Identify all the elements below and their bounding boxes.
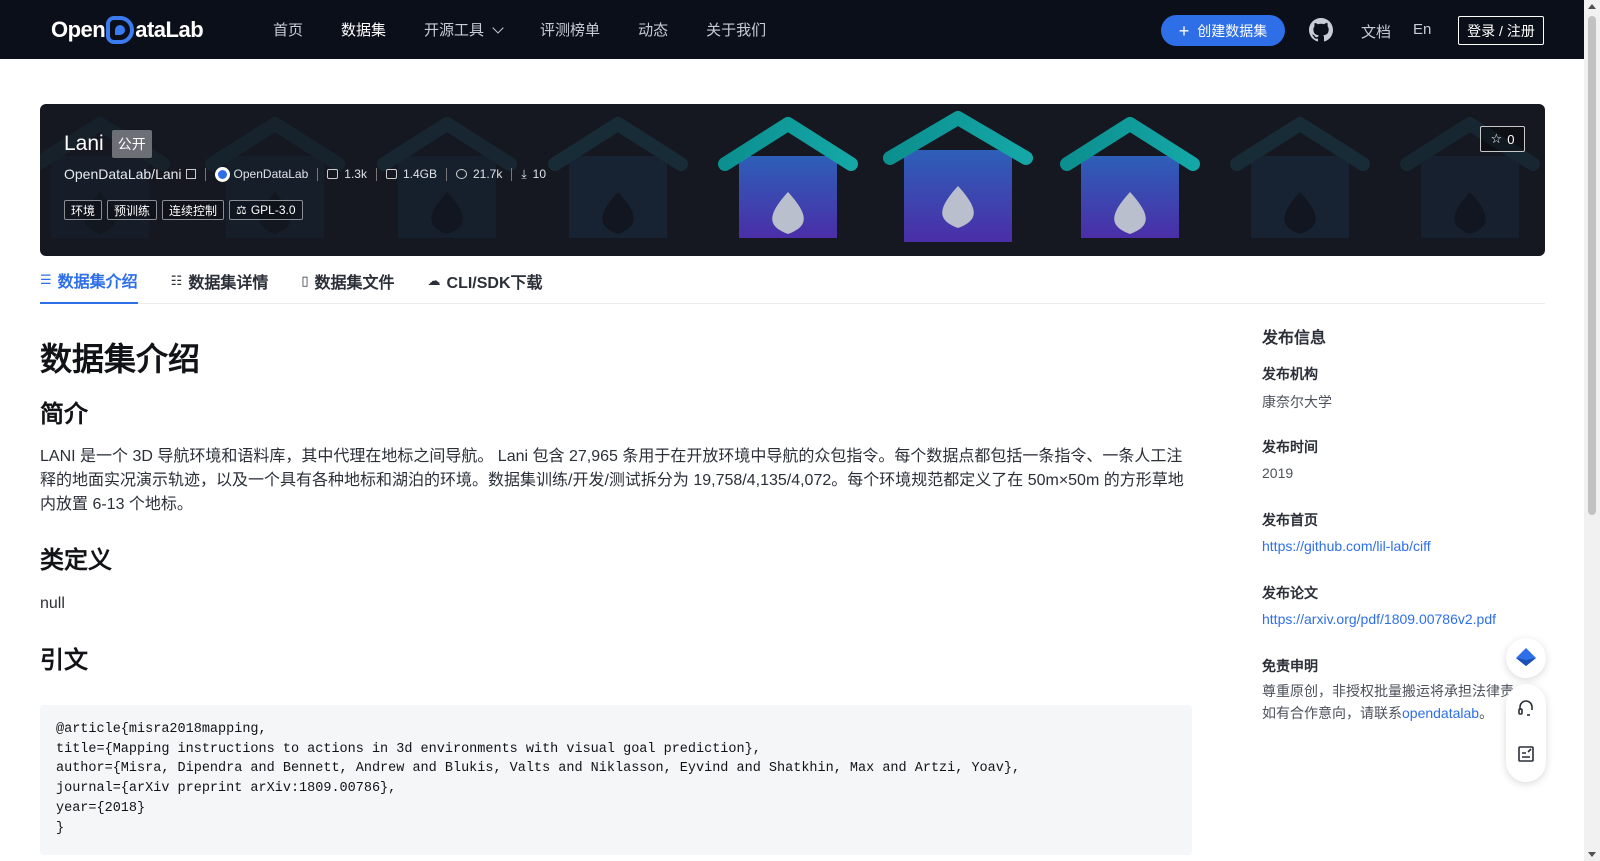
- menu-about[interactable]: 关于我们: [706, 19, 766, 40]
- tab-files[interactable]: ▯ 数据集文件: [301, 258, 394, 304]
- scroll-down-icon[interactable]: [1588, 852, 1596, 857]
- disclaimer-line-2: 如有合作意向，请联系opendatalab。: [1262, 702, 1522, 724]
- logo-open: Open: [51, 17, 106, 42]
- page-title: 数据集介绍: [40, 341, 201, 377]
- scrollbar-thumb[interactable]: [1588, 16, 1596, 515]
- classes-text: null: [40, 595, 65, 612]
- time-value: 2019: [1262, 465, 1294, 481]
- scale-icon: ⚖: [236, 203, 247, 217]
- disclaimer-contact-text: 如有合作意向，请联系: [1262, 705, 1402, 721]
- download-count: 10: [532, 167, 547, 181]
- dataset-banner: Lani 公开 OpenDataLab/Lani OpenDataLab 1.3…: [40, 104, 1545, 256]
- org-label: 发布机构: [1262, 366, 1318, 382]
- intro-text: LANI 是一个 3D 导航环境和语料库，其中代理在地标之间导航。 Lani 包…: [40, 448, 1184, 513]
- view-count: 21.7k: [473, 167, 503, 181]
- feedback-icon[interactable]: [1516, 744, 1536, 764]
- tab-details[interactable]: ☷ 数据集详情: [171, 258, 269, 304]
- dataset-tabs: ☰ 数据集介绍 ☷ 数据集详情 ▯ 数据集文件 ☁ CLI/SDK下载: [40, 258, 1545, 304]
- page-scrollbar[interactable]: [1584, 0, 1600, 861]
- disclaimer-label: 免责申明: [1262, 658, 1318, 674]
- disclaimer-text: 尊重原创，非授权批量搬运将承担法律责 如有合作意向，请联系opendatalab…: [1262, 680, 1522, 724]
- disclaimer-end: 。: [1479, 705, 1494, 721]
- top-nav: Open ataLab 首页 数据集 开源工具 评测榜单 动态 关于我们 + 创建…: [0, 0, 1584, 59]
- dataset-path: OpenDataLab/Lani: [64, 166, 182, 182]
- classes-heading: 类定义: [40, 547, 112, 574]
- paper-label: 发布论文: [1262, 585, 1318, 601]
- create-dataset-label: 创建数据集: [1197, 22, 1268, 39]
- login-button[interactable]: 登录 / 注册: [1458, 16, 1544, 45]
- eye-icon: [456, 169, 467, 179]
- divider: [204, 167, 206, 181]
- menu-tools-label: 开源工具: [424, 22, 485, 39]
- github-icon[interactable]: [1309, 18, 1333, 42]
- scroll-up-icon[interactable]: [1588, 4, 1596, 9]
- home-link[interactable]: https://github.com/lil-lab/ciff: [1262, 538, 1431, 554]
- visibility-badge: 公开: [111, 130, 152, 158]
- tab-intro[interactable]: ☰ 数据集介绍: [40, 258, 138, 304]
- tag-item[interactable]: 连续控制: [162, 200, 225, 220]
- time-label: 发布时间: [1262, 439, 1318, 455]
- license-tag[interactable]: ⚖ GPL-3.0: [229, 200, 303, 220]
- sidebar-title: 发布信息: [1262, 330, 1327, 347]
- dataset-org[interactable]: OpenDataLab: [234, 167, 309, 181]
- tab-intro-label: 数据集介绍: [57, 274, 138, 291]
- floating-toolbar: [1506, 684, 1546, 782]
- license-label: GPL-3.0: [250, 203, 296, 217]
- star-button[interactable]: ☆ 0: [1480, 126, 1525, 152]
- citation-heading: 引文: [40, 647, 88, 674]
- dataset-tags: 环境 预训练 连续控制 ⚖ GPL-3.0: [64, 200, 308, 220]
- menu-home[interactable]: 首页: [273, 19, 303, 40]
- logo[interactable]: Open ataLab: [51, 14, 204, 46]
- assistant-float-button[interactable]: [1506, 638, 1546, 678]
- assistant-icon: [1516, 648, 1536, 666]
- contact-link[interactable]: opendatalab: [1402, 705, 1479, 721]
- divider: [375, 167, 377, 181]
- tab-details-label: 数据集详情: [188, 275, 269, 292]
- menu-datasets[interactable]: 数据集: [341, 19, 386, 40]
- database-icon: ☰: [40, 272, 52, 287]
- file-count: 1.3k: [344, 167, 367, 181]
- cloud-icon: ☁: [427, 273, 441, 288]
- tab-cli[interactable]: ☁ CLI/SDK下载: [428, 258, 543, 304]
- plus-icon: +: [1178, 20, 1190, 41]
- logo-mark-icon: [106, 16, 135, 44]
- download-icon: ⤓: [521, 166, 527, 181]
- star-icon: ☆: [1490, 131, 1503, 146]
- create-dataset-button[interactable]: + 创建数据集: [1161, 15, 1285, 46]
- divider: [511, 167, 513, 181]
- citation-code[interactable]: @article{misra2018mapping, title={Mappin…: [40, 705, 1192, 855]
- chevron-down-icon: [492, 21, 504, 34]
- paper-link[interactable]: https://arxiv.org/pdf/1809.00786v2.pdf: [1262, 611, 1496, 627]
- divider: [446, 167, 447, 181]
- tab-files-label: 数据集文件: [314, 275, 395, 292]
- headset-icon[interactable]: [1516, 698, 1536, 718]
- main-menu: 首页 数据集 开源工具 评测榜单 动态 关于我们: [273, 0, 804, 59]
- list-icon: ☷: [170, 273, 183, 288]
- nav-docs-link[interactable]: 文档: [1361, 21, 1391, 42]
- dataset-meta: OpenDataLab/Lani OpenDataLab 1.3k 1.4GB …: [64, 166, 546, 182]
- star-count: 0: [1507, 131, 1515, 147]
- file-count-icon: [327, 169, 339, 179]
- org-avatar-icon: [214, 166, 230, 182]
- intro-heading: 简介: [40, 401, 88, 428]
- disclaimer-line-1: 尊重原创，非授权批量搬运将承担法律责: [1262, 683, 1514, 699]
- tab-cli-label: CLI/SDK下载: [446, 275, 543, 292]
- logo-rest: ataLab: [135, 17, 204, 42]
- language-switch[interactable]: En: [1413, 21, 1431, 38]
- menu-news[interactable]: 动态: [638, 19, 668, 40]
- dataset-name: Lani: [64, 132, 104, 155]
- org-value: 康奈尔大学: [1262, 394, 1332, 410]
- tag-item[interactable]: 环境: [64, 200, 103, 220]
- file-icon: ▯: [301, 273, 309, 288]
- storage-icon: [385, 169, 397, 179]
- home-label: 发布首页: [1262, 512, 1318, 528]
- menu-leaderboard[interactable]: 评测榜单: [540, 19, 600, 40]
- dataset-title: Lani 公开: [64, 130, 152, 158]
- copy-icon[interactable]: [185, 169, 196, 179]
- dataset-size: 1.4GB: [402, 167, 437, 181]
- menu-tools[interactable]: 开源工具: [424, 19, 504, 40]
- divider: [317, 167, 319, 181]
- tag-item[interactable]: 预训练: [107, 200, 158, 220]
